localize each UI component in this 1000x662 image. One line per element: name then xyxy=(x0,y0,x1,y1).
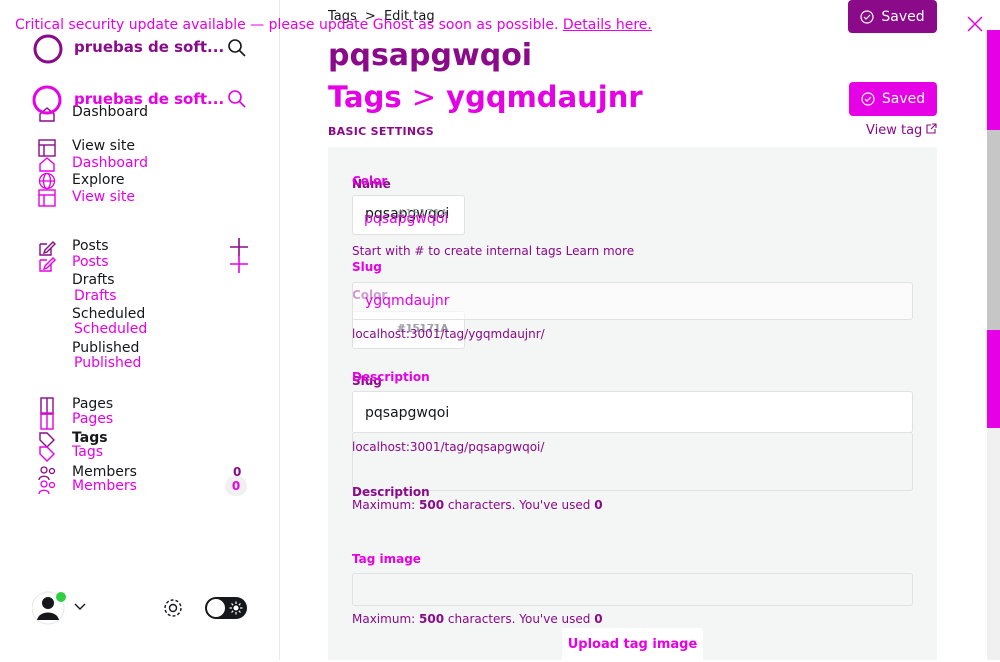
members-count: 0 xyxy=(233,465,242,479)
slug-value: pqsapgwqoi xyxy=(365,405,450,421)
site-logo-icon xyxy=(33,34,63,64)
nav-dashboard[interactable]: Dashboard xyxy=(72,104,148,120)
name-value: pqsapgwqoi xyxy=(365,206,450,222)
members-icon xyxy=(38,466,56,481)
saved-label: Saved xyxy=(881,8,925,25)
nav-drafts[interactable]: Drafts xyxy=(72,272,115,288)
add-post-icon[interactable] xyxy=(229,237,249,257)
slug-field[interactable]: pqsapgwqoi xyxy=(352,391,913,433)
nav-posts[interactable]: Posts xyxy=(72,238,109,254)
home-icon xyxy=(39,107,55,122)
check-circle-icon xyxy=(860,9,874,24)
search-icon[interactable] xyxy=(227,38,247,58)
back-layer: pruebas de soft... Dashboard View site P… xyxy=(0,0,1000,660)
name-field[interactable]: pqsapgwqoi xyxy=(352,195,465,235)
saved-button[interactable]: Saved xyxy=(848,0,937,33)
breadcrumb-current: Edit tag xyxy=(383,9,435,24)
name-label: Name xyxy=(352,177,391,191)
color-value: #15171A xyxy=(397,322,449,335)
page-title: pqsapgwqoi xyxy=(328,38,533,73)
layout-icon xyxy=(38,139,56,157)
breadcrumb-separator: > xyxy=(364,9,376,24)
nav-pages[interactable]: Pages xyxy=(72,396,113,412)
edit-icon xyxy=(39,241,56,256)
color-label: Color xyxy=(352,288,388,302)
slug-label: Slug xyxy=(352,374,382,388)
pages-icon xyxy=(40,397,54,415)
site-name[interactable]: pruebas de soft... xyxy=(74,38,224,56)
tag-icon xyxy=(39,432,55,448)
sidebar-divider xyxy=(279,0,280,660)
breadcrumb-root[interactable]: Tags xyxy=(328,9,357,24)
breadcrumb: Tags > Edit tag xyxy=(328,9,435,24)
description-field[interactable] xyxy=(352,432,913,491)
description-label: Description xyxy=(352,485,430,499)
color-field[interactable]: #15171A xyxy=(352,311,465,349)
nav-view-site[interactable]: View site xyxy=(72,138,135,154)
description-counter: Maximum: 500 characters. You've used 0 xyxy=(352,498,603,512)
nav-members[interactable]: Members xyxy=(72,464,137,480)
nav-scheduled[interactable]: Scheduled xyxy=(72,306,145,322)
nav-published[interactable]: Published xyxy=(72,340,139,356)
nav-tags[interactable]: Tags xyxy=(72,430,108,446)
